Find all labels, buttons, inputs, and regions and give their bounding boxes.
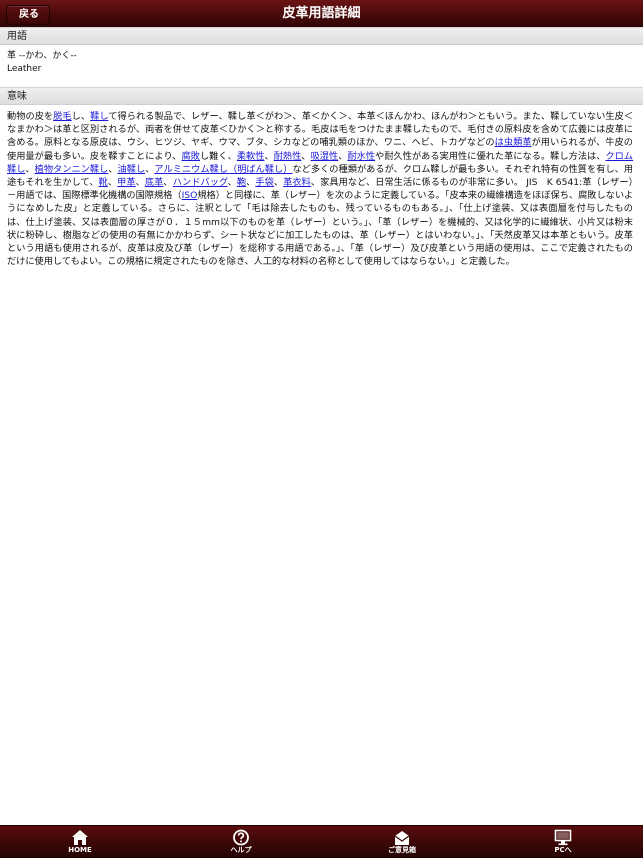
meaning-text: 動物の皮を脱毛し、鞣して得られる製品で、レザー、鞣し革＜がわ＞、革＜かく＞、本革… bbox=[7, 110, 633, 268]
tab-pc[interactable]: PCへ bbox=[523, 826, 603, 858]
glossary-link[interactable]: 吸湿性 bbox=[311, 151, 339, 162]
meaning-section-header: 意味 bbox=[0, 87, 643, 105]
page-title: 皮革用語詳細 bbox=[282, 6, 361, 21]
glossary-link[interactable]: 靴 bbox=[99, 177, 108, 188]
glossary-link[interactable]: 鞄 bbox=[237, 177, 246, 188]
glossary-link[interactable]: 手袋 bbox=[255, 177, 274, 188]
glossary-link[interactable]: 底革 bbox=[145, 177, 164, 188]
term-reading: 革 --かわ、かく-- bbox=[7, 51, 77, 61]
meaning-text-segment: 、 bbox=[246, 177, 256, 189]
meaning-text-segment: 、 bbox=[108, 163, 118, 175]
meaning-text-segment: 、 bbox=[301, 150, 311, 162]
meaning-text-segment: 動物の皮を bbox=[7, 111, 54, 122]
meaning-text-segment: 、 bbox=[135, 177, 145, 189]
home-icon bbox=[72, 830, 88, 845]
glossary-link[interactable]: アルミニウム鞣し（明ばん鞣し） bbox=[154, 164, 292, 175]
glossary-link[interactable]: ハンドバッグ bbox=[173, 177, 228, 188]
mail-icon bbox=[394, 831, 410, 845]
term-english: Leather bbox=[7, 64, 42, 74]
meaning-text-segment: 、 bbox=[107, 177, 118, 189]
tab-help[interactable]: ヘルプ bbox=[201, 826, 281, 858]
tab-pc-label: PCへ bbox=[554, 846, 572, 854]
meaning-text-segment: や耐久性がある実用性に優れた革になる。鞣し方法は、 bbox=[375, 150, 606, 162]
term-section-header: 用語 bbox=[0, 27, 643, 45]
tab-feedback-label: ご意見箱 bbox=[388, 846, 416, 854]
glossary-link[interactable]: 柔軟性 bbox=[237, 151, 265, 162]
glossary-link[interactable]: 革衣料 bbox=[283, 177, 311, 188]
glossary-link[interactable]: は虫類革 bbox=[495, 137, 532, 148]
meaning-text-segment: 、 bbox=[227, 177, 237, 189]
tab-home-label: HOME bbox=[68, 846, 92, 854]
glossary-link[interactable]: 鞣し bbox=[90, 111, 108, 122]
meaning-text-segment: 規格）と同様に、革（レザー）を次のように定義している。「皮本来の繊維構造をほぼ保… bbox=[7, 190, 634, 268]
glossary-link[interactable]: 脱毛 bbox=[53, 111, 71, 122]
monitor-icon bbox=[554, 829, 572, 846]
glossary-link[interactable]: 腐敗 bbox=[182, 151, 200, 162]
glossary-link[interactable]: 油鞣し bbox=[118, 164, 146, 175]
glossary-link[interactable]: 耐熱性 bbox=[274, 151, 302, 162]
meaning-text-segment: 、 bbox=[25, 163, 35, 175]
term-block: 革 --かわ、かく-- Leather bbox=[7, 50, 77, 76]
tab-home[interactable]: HOME bbox=[40, 826, 120, 858]
glossary-link[interactable]: ISO bbox=[182, 190, 198, 201]
meaning-text-segment: 、 bbox=[264, 150, 274, 162]
glossary-link[interactable]: 植物タンニン鞣し bbox=[35, 164, 109, 175]
glossary-link[interactable]: 甲革 bbox=[117, 177, 136, 188]
meaning-text-segment: 、 bbox=[163, 177, 173, 189]
glossary-link[interactable]: 耐水性 bbox=[347, 151, 375, 162]
tab-feedback[interactable]: ご意見箱 bbox=[362, 826, 442, 858]
tab-bar: HOME ヘルプ ご意見箱 PCへ bbox=[0, 825, 643, 858]
meaning-text-segment: 、 bbox=[273, 177, 284, 189]
meaning-text-segment: し、 bbox=[71, 111, 91, 122]
tab-help-label: ヘルプ bbox=[230, 846, 252, 854]
navigation-bar: 戻る 皮革用語詳細 bbox=[0, 0, 643, 29]
help-icon bbox=[233, 829, 249, 846]
meaning-text-segment: し難く、 bbox=[199, 150, 237, 162]
